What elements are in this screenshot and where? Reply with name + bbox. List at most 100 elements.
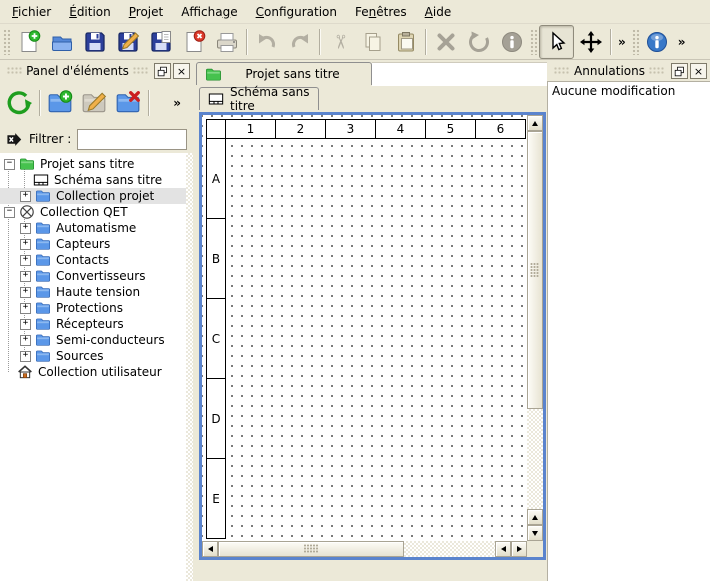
new-project-button[interactable] [12,26,45,58]
undo-panel-titlebar[interactable]: Annulations × [547,60,710,81]
scroll-down-button[interactable] [527,525,543,541]
clear-filter-icon[interactable] [6,131,23,148]
up-arrow-icon [532,121,538,126]
close-panel-button[interactable]: × [690,63,707,79]
vertical-scrollbar-thumb[interactable] [527,131,543,409]
tree-item-contacts[interactable]: + Contacts [0,252,193,268]
tree-item-collection-utilisateur[interactable]: Collection utilisateur [0,364,193,380]
open-button[interactable] [45,26,78,58]
expander-plus-icon[interactable]: + [20,303,31,314]
tree-item-label: Schéma sans titre [54,173,162,187]
save-all-button[interactable] [144,26,177,58]
expander-plus-icon[interactable]: + [20,319,31,330]
undo-icon [255,30,279,54]
reload-collections-button[interactable] [2,85,36,121]
panel-toolbar-overflow-button[interactable]: » [169,96,185,110]
toolbar-overflow-button[interactable]: » [614,35,630,49]
toolbar-overflow-button[interactable]: » [674,35,690,49]
expander-plus-icon[interactable]: + [20,271,31,282]
undo-button[interactable] [250,26,283,58]
delete-category-button[interactable] [111,85,145,121]
menu-fichier[interactable]: Fichier [3,2,60,22]
tree-item-project[interactable]: − Projet sans titre [0,156,193,172]
toolbar-drag-handle[interactable] [632,29,639,55]
about-info-button[interactable] [641,26,674,58]
tree-item-automatisme[interactable]: + Automatisme [0,220,193,236]
float-panel-button[interactable] [671,63,688,79]
tree-item-label: Contacts [56,253,109,267]
expander-plus-icon[interactable]: + [20,335,31,346]
save-as-button[interactable] [111,26,144,58]
tab-project[interactable]: Projet sans titre [196,62,372,85]
menu-projet[interactable]: Projet [120,2,172,22]
schema-icon [33,172,49,188]
tree-item-convertisseurs[interactable]: + Convertisseurs [0,268,193,284]
project-folder-icon [205,66,222,83]
filter-input[interactable] [77,129,187,150]
scroll-left-button[interactable] [202,541,218,557]
toolbar-drag-handle[interactable] [3,29,10,55]
select-mode-button[interactable] [539,25,574,59]
tree-item-schema[interactable]: Schéma sans titre [0,172,193,188]
rotate-button[interactable] [462,26,495,58]
scroll-up-button[interactable] [527,509,543,525]
menu-aide[interactable]: Aide [416,2,461,22]
tree-item-haute-tension[interactable]: + Haute tension [0,284,193,300]
redo-button[interactable] [283,26,316,58]
menu-affichage[interactable]: Affichage [172,2,246,22]
horizontal-scrollbar-track[interactable] [404,541,495,557]
folder-icon [35,348,51,364]
diagram-canvas[interactable]: 1 2 3 4 5 6 A B C D E [202,115,527,541]
new-category-button[interactable] [43,85,77,121]
expander-minus-icon[interactable]: − [4,207,15,218]
scroll-right-button[interactable] [511,541,527,557]
elements-panel-titlebar[interactable]: Panel d'éléments × [0,60,193,81]
tree-item-protections[interactable]: + Protections [0,300,193,316]
expander-plus-icon[interactable]: + [20,351,31,362]
tree-item-collection-projet[interactable]: + Collection projet [0,188,193,204]
save-all-icon [149,30,173,54]
cut-button[interactable]: ✂ [323,26,356,58]
copy-button[interactable] [356,26,389,58]
open-folder-icon [50,30,74,54]
expander-minus-icon[interactable]: − [4,159,15,170]
tree-item-capteurs[interactable]: + Capteurs [0,236,193,252]
float-panel-button[interactable] [154,63,171,79]
tree-item-collection-qet[interactable]: − Collection QET [0,204,193,220]
filter-label: Filtrer : [29,132,71,146]
tree-scrollbar-track[interactable] [186,153,193,581]
tree-item-recepteurs[interactable]: + Récepteurs [0,316,193,332]
undo-list-item[interactable]: Aucune modification [548,82,710,100]
edit-category-button[interactable] [77,85,111,121]
vertical-scrollbar-track[interactable] [527,409,543,509]
folder-plus-icon [47,90,73,116]
close-panel-button[interactable]: × [173,63,190,79]
element-info-button[interactable] [495,26,528,58]
expander-plus-icon[interactable]: + [20,287,31,298]
qet-collection-icon [19,204,35,220]
menu-edition[interactable]: Édition [60,2,120,22]
scroll-up-button[interactable] [527,115,543,131]
delete-button[interactable] [429,26,462,58]
expander-plus-icon[interactable]: + [20,223,31,234]
paste-button[interactable] [389,26,422,58]
move-icon [579,30,603,54]
scrollbar-corner [527,541,543,557]
tree-item-label: Récepteurs [56,317,124,331]
tab-schema[interactable]: Schéma sans titre [199,87,319,110]
horizontal-scrollbar-thumb[interactable] [218,541,404,557]
scroll-left-button[interactable] [495,541,511,557]
menu-fenetres[interactable]: Fenêtres [346,2,416,22]
tree-item-sources[interactable]: + Sources [0,348,193,364]
close-file-button[interactable] [177,26,210,58]
move-mode-button[interactable] [574,26,607,58]
save-button[interactable] [78,26,111,58]
expander-plus-icon[interactable]: + [20,255,31,266]
menu-configuration[interactable]: Configuration [247,2,346,22]
folder-icon [35,284,51,300]
print-button[interactable] [210,26,243,58]
expander-plus-icon[interactable]: + [20,239,31,250]
expander-plus-icon[interactable]: + [20,191,31,202]
toolbar-drag-handle[interactable] [530,29,537,55]
tree-item-semi-conducteurs[interactable]: + Semi-conducteurs [0,332,193,348]
